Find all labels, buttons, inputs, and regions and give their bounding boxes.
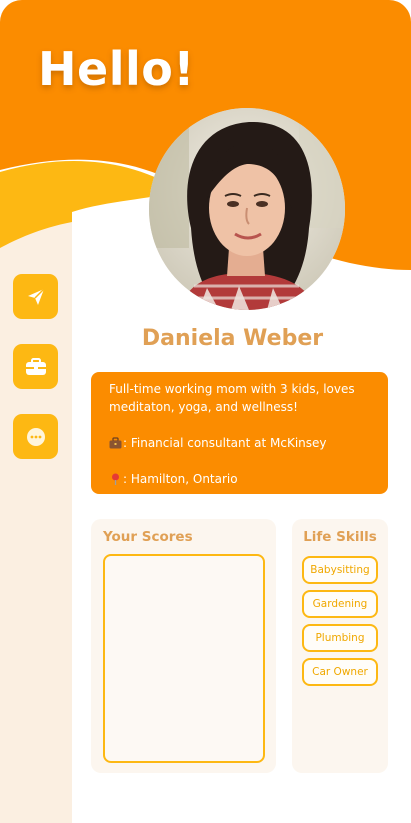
life-skills-panel: Life Skills Babysitting Gardening Plumbi…: [292, 519, 388, 773]
sidebar-work-button[interactable]: [13, 344, 58, 389]
location-row: : Hamilton, Ontario: [109, 470, 374, 488]
scores-title: Your Scores: [103, 529, 193, 545]
greeting-heading: Hello!: [38, 42, 195, 96]
skill-chip[interactable]: Babysitting: [302, 556, 378, 584]
briefcase-icon: [25, 357, 46, 375]
skill-chip[interactable]: Car Owner: [302, 658, 378, 686]
sidebar-send-button[interactable]: [13, 274, 58, 319]
skill-chip[interactable]: Plumbing: [302, 624, 378, 652]
profile-screen: Hello! Daniela Weber Full-time working m…: [0, 0, 411, 823]
scores-chart-area: [103, 554, 265, 763]
location-text: : Hamilton, Ontario: [123, 472, 238, 486]
briefcase-emoji-icon: [109, 437, 122, 449]
scores-panel: Your Scores: [91, 519, 276, 773]
skill-chip[interactable]: Gardening: [302, 590, 378, 618]
bio-text: Full-time working mom with 3 kids, loves…: [109, 382, 355, 414]
profile-avatar: [149, 108, 345, 310]
paper-plane-icon: [27, 287, 45, 305]
chat-bubble-icon: [26, 427, 45, 446]
sidebar-chat-button[interactable]: [13, 414, 58, 459]
life-skills-title: Life Skills: [303, 529, 377, 545]
job-row: : Financial consultant at McKinsey: [109, 434, 374, 452]
location-pin-icon: [112, 473, 119, 485]
bio-card: Full-time working mom with 3 kids, loves…: [91, 372, 388, 494]
profile-name: Daniela Weber: [141, 326, 324, 351]
job-text: : Financial consultant at McKinsey: [123, 436, 327, 450]
